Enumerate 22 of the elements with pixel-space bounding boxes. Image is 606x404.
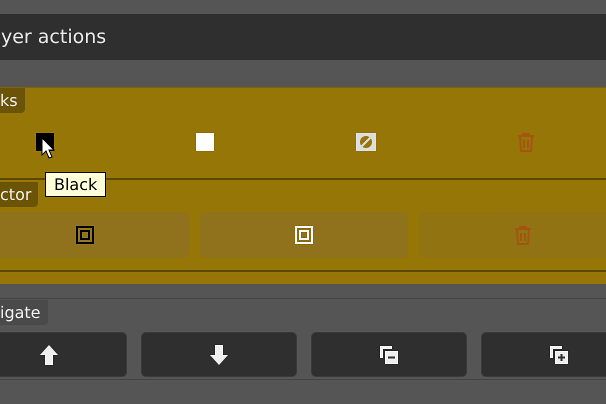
square-icon (196, 133, 214, 151)
navigate-button[interactable] (0, 332, 127, 377)
trash-icon (516, 132, 535, 152)
tooltip: Black (45, 172, 106, 197)
frame-icon (76, 226, 94, 244)
navigate-button[interactable] (311, 332, 467, 377)
invert-icon (356, 133, 376, 151)
layers-plus-icon (549, 344, 569, 364)
trash-icon (514, 226, 532, 244)
navigate-button[interactable] (481, 332, 606, 377)
frame-icon (295, 226, 313, 244)
vector-button[interactable] (0, 212, 189, 258)
arrow-up-icon (40, 344, 58, 364)
section-label: ks (0, 88, 25, 113)
cursor-icon (41, 137, 55, 159)
section-label: ctor (0, 182, 38, 207)
panel-title: yer actions (1, 26, 106, 48)
layers-minus-icon (379, 344, 399, 364)
vector-button[interactable] (200, 212, 408, 258)
navigate-button[interactable] (141, 332, 297, 377)
arrow-down-icon (210, 344, 228, 364)
section-label: igate (0, 300, 48, 325)
